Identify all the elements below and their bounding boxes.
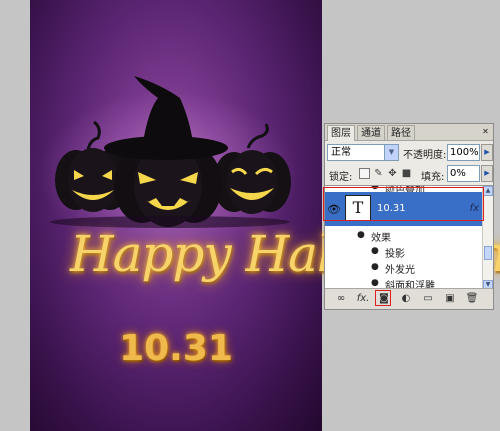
lock-paint-icon[interactable]: ✎	[373, 168, 384, 179]
delete-icon[interactable]: 🗑	[465, 293, 479, 305]
lock-move-icon[interactable]: ✥	[387, 168, 398, 179]
effects-label: 效果	[371, 233, 391, 244]
lock-transparent-icon[interactable]	[359, 168, 370, 179]
annotation-highlight-mask-button	[375, 290, 391, 306]
scroll-up-icon[interactable]: ▲	[483, 186, 493, 196]
scroll-thumb[interactable]	[484, 246, 492, 260]
group-icon[interactable]: ▭	[421, 293, 435, 305]
link-icon[interactable]: ∞	[333, 293, 349, 305]
lock-fill-row: 锁定: ✎ ✥ ■ 填充: 0% ▶	[327, 165, 493, 183]
tab-layers[interactable]: 图层	[327, 125, 355, 141]
eye-icon[interactable]: ●	[371, 247, 381, 256]
adjustment-layer-icon[interactable]: ◐	[399, 293, 413, 305]
tab-channels[interactable]: 通道	[357, 125, 385, 140]
panel-tabbar: 图层 通道 路径 ✕	[325, 124, 493, 141]
effect-label: 外发光	[385, 265, 415, 276]
blend-opacity-row: 正常 ▼ 不透明度: 100% ▶	[327, 144, 493, 162]
fill-slider-button[interactable]: ▶	[481, 165, 493, 182]
new-layer-icon[interactable]: ▣	[443, 293, 457, 305]
layers-bottom-toolbar: ∞ fx. ◙ ◐ ▭ ▣ 🗑	[325, 288, 493, 309]
eye-icon[interactable]: ●	[371, 263, 381, 272]
lock-label: 锁定:	[329, 172, 353, 183]
effect-label: 投影	[385, 249, 405, 260]
opacity-input[interactable]: 100%	[447, 144, 480, 161]
canvas-artwork[interactable]: Happy Halloween 10.31	[30, 0, 500, 431]
effects-group[interactable]: ● 效果	[325, 228, 482, 245]
opacity-label: 不透明度:	[403, 150, 447, 161]
effect-item[interactable]: ● 外发光	[325, 260, 482, 277]
date-text: 10.31	[119, 328, 233, 369]
workspace: Happy Halloween 10.31 图层 通道 路径 ✕ 正常 ▼ 不透…	[0, 0, 500, 431]
fill-input[interactable]: 0%	[447, 165, 480, 182]
eye-icon[interactable]: ●	[371, 279, 381, 288]
panel-menu-icon[interactable]: ✕	[480, 126, 491, 137]
opacity-slider-button[interactable]: ▶	[481, 144, 493, 161]
lock-all-icon[interactable]: ■	[401, 168, 412, 179]
chevron-down-icon[interactable]: ▼	[384, 145, 398, 160]
tab-paths[interactable]: 路径	[387, 125, 415, 140]
blend-mode-select[interactable]: 正常 ▼	[327, 144, 399, 161]
annotation-highlight-layer	[323, 187, 484, 221]
happy-halloween-text: Happy Halloween	[70, 225, 500, 283]
eye-icon[interactable]: ●	[357, 231, 367, 240]
fx-icon[interactable]: fx.	[355, 293, 371, 305]
fill-label: 填充:	[421, 172, 445, 183]
effect-item[interactable]: ● 投影	[325, 244, 482, 261]
blend-mode-value: 正常	[331, 147, 351, 158]
